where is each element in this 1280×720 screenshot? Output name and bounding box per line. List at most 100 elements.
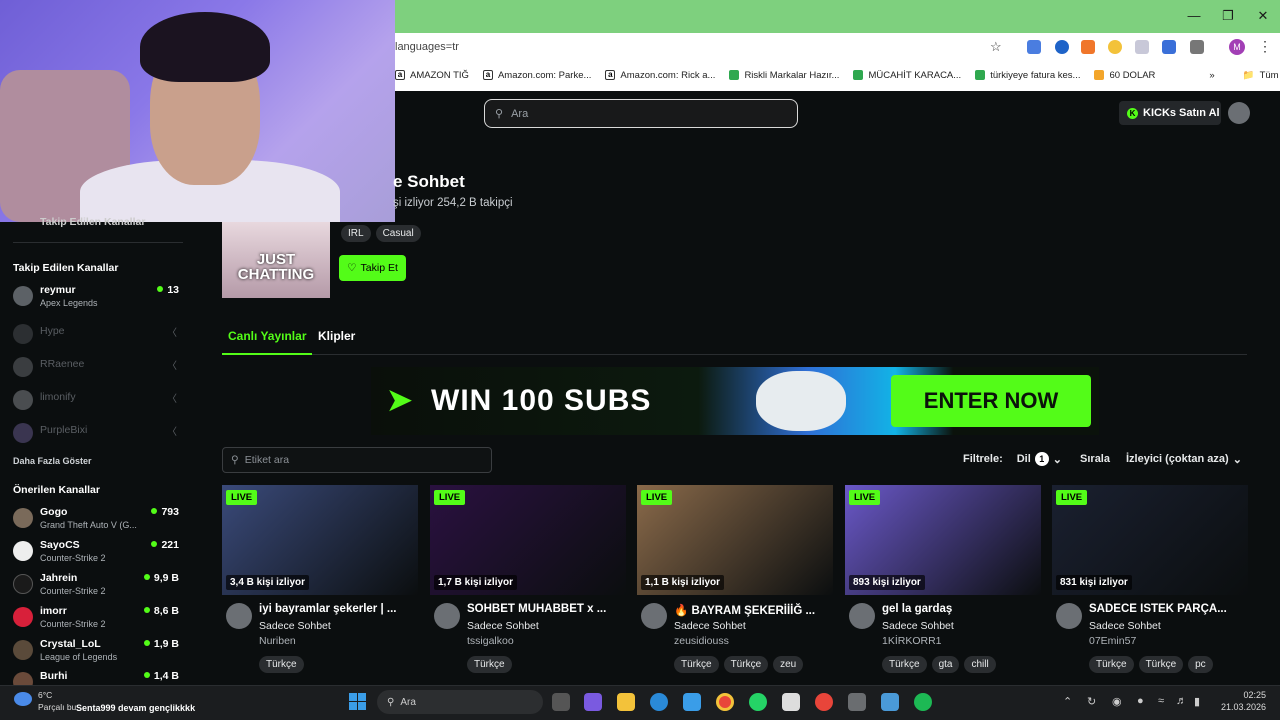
extension-icon[interactable] <box>1055 40 1069 54</box>
enter-now-button[interactable]: ENTER NOW <box>891 375 1091 427</box>
stream-category[interactable]: Sadece Sohbet <box>467 620 539 632</box>
stream-card[interactable]: LIVE 3,4 B kişi izliyor iyi bayramlar şe… <box>222 485 418 680</box>
streamer-avatar[interactable] <box>226 603 252 629</box>
tab-live-streams[interactable]: Canlı Yayınlar <box>228 329 307 343</box>
search-input[interactable]: ⚲ Ara <box>484 99 798 128</box>
bookmark[interactable]: Riskli Markalar Hazır... <box>729 70 839 81</box>
all-bookmarks[interactable]: 📁Tüm Yer İşaretleri <box>1243 70 1280 81</box>
stream-category[interactable]: Sadece Sohbet <box>1089 620 1161 632</box>
tag[interactable]: Türkçe <box>1138 656 1184 673</box>
tag[interactable]: Türkçe <box>467 656 512 673</box>
stream-title[interactable]: iyi bayramlar şekerler | ... <box>259 603 416 615</box>
streamer-avatar[interactable] <box>849 603 875 629</box>
follow-button[interactable]: ♡ Takip Et <box>339 255 406 281</box>
tag[interactable]: Türkçe <box>723 656 769 673</box>
sidebar-item-crystal-lol[interactable]: Crystal_LoL League of Legends 1,9 B <box>13 638 183 666</box>
sidebar-item-jahrein[interactable]: Jahrein Counter-Strike 2 9,9 B <box>13 572 183 600</box>
stream-thumbnail[interactable]: LIVE 3,4 B kişi izliyor <box>222 485 418 595</box>
minimize-icon[interactable]: — <box>1181 6 1207 26</box>
menu-icon[interactable]: ⋮ <box>1258 38 1272 55</box>
bookmark[interactable]: MÜCAHİT KARACA... <box>853 70 961 81</box>
chrome-icon[interactable] <box>716 693 734 711</box>
sort-dropdown[interactable]: İzleyici (çoktan aza) ⌄ <box>1126 453 1242 466</box>
tag[interactable]: pc <box>1188 656 1213 673</box>
app-icon[interactable] <box>815 693 833 711</box>
sidebar-item-limonify[interactable]: limonify 〈 <box>13 388 183 416</box>
language-filter[interactable]: Dil 1 ⌄ <box>1017 452 1062 466</box>
tray-chevron-icon[interactable]: ⌃ <box>1063 695 1072 708</box>
stream-card[interactable]: LIVE 893 kişi izliyor gel la gardaş Sade… <box>845 485 1041 680</box>
stream-title[interactable]: 🔥 BAYRAM ŞEKERİİİĞ ... <box>674 603 831 617</box>
sidebar-item-purplebixi[interactable]: PurpleBixi 〈 <box>13 421 183 449</box>
tag-search-input[interactable]: ⚲ Etiket ara <box>222 447 492 473</box>
bookmark[interactable]: 60 DOLAR <box>1094 70 1155 81</box>
sidebar-item-reymur[interactable]: reymur Apex Legends 13 <box>13 284 183 312</box>
star-icon[interactable]: ☆ <box>990 39 1002 55</box>
stream-category[interactable]: Sadece Sohbet <box>882 620 954 632</box>
file-explorer-icon[interactable] <box>617 693 635 711</box>
microphone-icon[interactable]: ● <box>1137 695 1144 707</box>
copilot-icon[interactable] <box>584 693 602 711</box>
tag[interactable]: Türkçe <box>674 656 719 673</box>
sound-extension-icon[interactable] <box>1162 40 1176 54</box>
volume-icon[interactable]: ♬ <box>1176 695 1187 707</box>
notepad-icon[interactable] <box>782 693 800 711</box>
bookmark[interactable]: türkiyeye fatura kes... <box>975 70 1080 81</box>
sidebar-item-sayocs[interactable]: SayoCS Counter-Strike 2 221 <box>13 539 183 567</box>
tag[interactable]: gta <box>931 656 960 673</box>
whatsapp-icon[interactable] <box>749 693 767 711</box>
promo-banner[interactable]: ➤ WIN 100 SUBS ENTER NOW <box>371 367 1099 435</box>
tag[interactable]: IRL <box>341 225 371 242</box>
system-clock[interactable]: 02:25 21.03.2026 <box>1210 689 1266 713</box>
sidebar-item-imorr[interactable]: imorr Counter-Strike 2 8,6 B <box>13 605 183 633</box>
stream-card[interactable]: LIVE 1,1 B kişi izliyor 🔥 BAYRAM ŞEKERİİ… <box>637 485 833 680</box>
bookmark[interactable]: a AMAZON TIĞ <box>395 70 469 81</box>
stream-title[interactable]: gel la gardaş <box>882 603 1039 615</box>
streamer-name[interactable]: tssigalkoo <box>467 635 514 647</box>
windows-start-icon[interactable] <box>349 693 366 710</box>
extension-icon[interactable] <box>1108 40 1122 54</box>
tag[interactable]: Türkçe <box>1089 656 1134 673</box>
js-extension-icon[interactable] <box>1081 40 1095 54</box>
more-bookmarks-icon[interactable]: » <box>1209 70 1214 81</box>
streamer-name[interactable]: 07Emin57 <box>1089 635 1136 647</box>
sync-icon[interactable]: ↻ <box>1087 695 1096 708</box>
wifi-icon[interactable]: ≈ <box>1158 695 1164 707</box>
stream-category[interactable]: Sadece Sohbet <box>674 620 746 632</box>
stream-thumbnail[interactable]: LIVE 1,1 B kişi izliyor <box>637 485 833 595</box>
bookmark[interactable]: a Amazon.com: Parke... <box>482 70 591 81</box>
stream-card[interactable]: LIVE 831 kişi izliyor SADECE İSTEK PARÇA… <box>1052 485 1248 680</box>
puzzle-icon[interactable] <box>1190 40 1204 54</box>
taskbar-search[interactable]: ⚲ Ara <box>377 690 543 714</box>
stream-thumbnail[interactable]: LIVE 893 kişi izliyor <box>845 485 1041 595</box>
address-bar[interactable]: languages=tr <box>395 34 1015 60</box>
user-avatar[interactable] <box>1228 102 1250 124</box>
store-icon[interactable] <box>683 693 701 711</box>
tag[interactable]: zeu <box>773 656 804 673</box>
streamer-name[interactable]: zeusidiouss <box>674 635 729 647</box>
translate-extension-icon[interactable] <box>1027 40 1041 54</box>
spotify-icon[interactable] <box>914 693 932 711</box>
streamer-avatar[interactable] <box>1056 603 1082 629</box>
profile-avatar[interactable]: M <box>1229 39 1245 55</box>
sidebar-item-gogo[interactable]: Gogo Grand Theft Auto V (G... 793 <box>13 506 183 534</box>
stream-thumbnail[interactable]: LIVE 831 kişi izliyor <box>1052 485 1248 595</box>
streamer-avatar[interactable] <box>434 603 460 629</box>
notes-icon[interactable] <box>881 693 899 711</box>
bookmark[interactable]: a Amazon.com: Rick a... <box>605 70 715 81</box>
battery-icon[interactable]: ▮ <box>1194 695 1200 708</box>
stream-card[interactable]: LIVE 1,7 B kişi izliyor SOHBET MUHABBET … <box>430 485 626 680</box>
tag[interactable]: Casual <box>375 225 421 242</box>
sidebar-item-rraenee[interactable]: RRaenee 〈 <box>13 355 183 383</box>
stream-title[interactable]: SADECE İSTEK PARÇA... <box>1089 603 1246 615</box>
buy-kicks-button[interactable]: K KICKs Satın Al <box>1119 101 1221 125</box>
show-more-link[interactable]: Daha Fazla Göster <box>13 456 92 466</box>
stream-title[interactable]: SOHBET MUHABBET x ... <box>467 603 624 615</box>
streamer-avatar[interactable] <box>641 603 667 629</box>
sidebar-item-hype[interactable]: Hype 〈 <box>13 322 183 350</box>
tray-app-icon[interactable]: ◉ <box>1112 695 1122 708</box>
close-icon[interactable]: ✕ <box>1250 6 1276 26</box>
tab-clips[interactable]: Klipler <box>318 329 355 343</box>
stream-thumbnail[interactable]: LIVE 1,7 B kişi izliyor <box>430 485 626 595</box>
shield-extension-icon[interactable] <box>1135 40 1149 54</box>
